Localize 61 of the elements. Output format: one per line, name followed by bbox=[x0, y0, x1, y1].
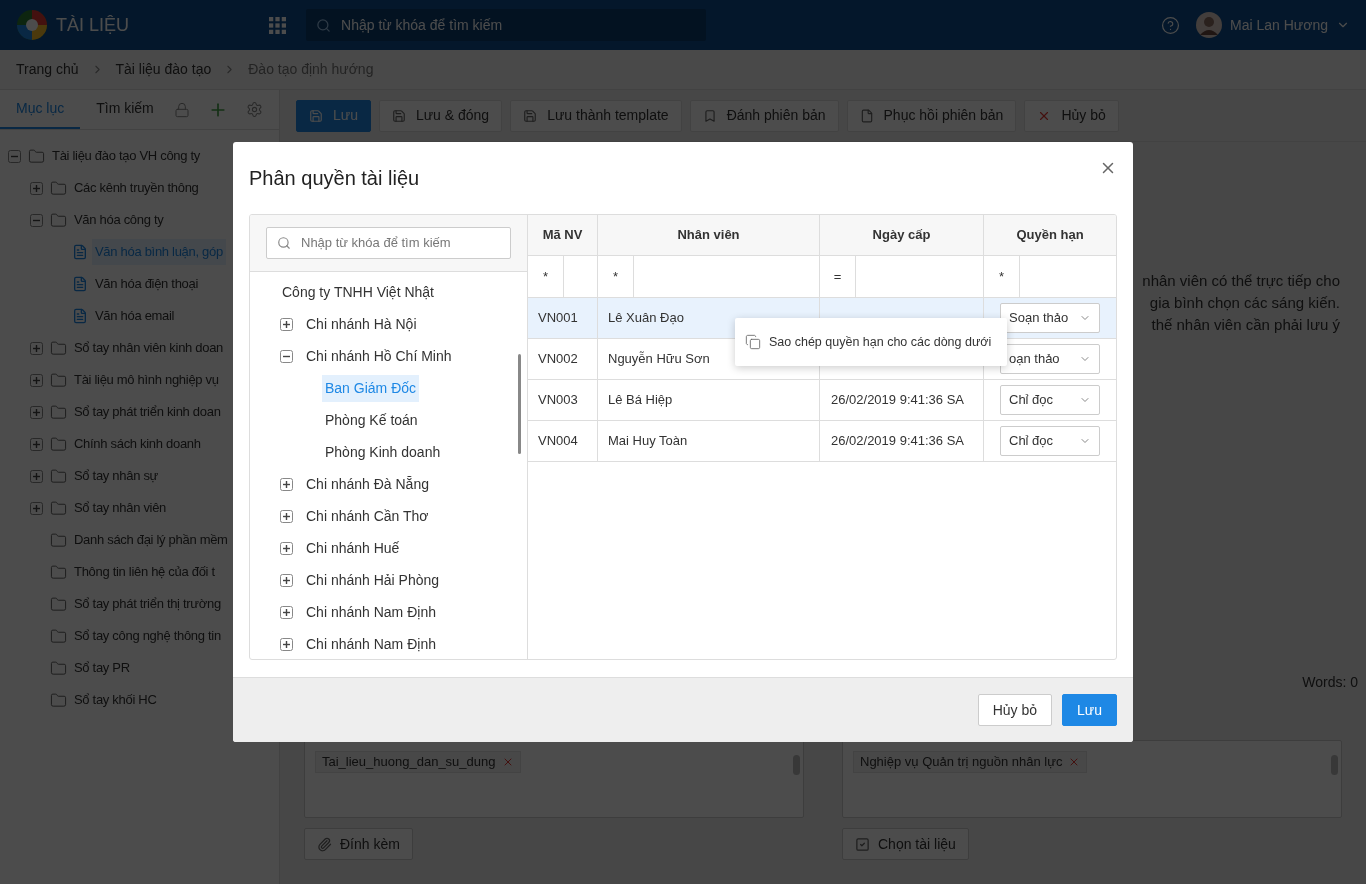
dialog-title: Phân quyền tài liệu bbox=[249, 166, 420, 191]
tree-item[interactable]: Chi nhánh Hải Phòng bbox=[303, 566, 443, 594]
tree-item[interactable]: Chi nhánh Nam Định bbox=[303, 630, 439, 658]
table-cell-text: Mai Huy Toàn bbox=[608, 432, 688, 451]
tree-item[interactable]: Chi nhánh Đà Nẵng bbox=[303, 470, 432, 498]
breadcrumb-link[interactable]: Tài liệu đào tạo bbox=[115, 59, 212, 80]
search-field[interactable]: Nhập từ khóa để tìm kiếm bbox=[266, 227, 511, 259]
document-text: thế nhân viên cần phải lưu ý bbox=[1151, 315, 1340, 335]
expand-icon[interactable] bbox=[280, 573, 293, 587]
table-cell-text: Lê Bá Hiệp bbox=[608, 391, 673, 410]
tree-item[interactable]: Chi nhánh Hồ Chí Minh bbox=[303, 342, 455, 370]
expand-icon[interactable] bbox=[280, 509, 293, 523]
word-count: Words: 0 bbox=[1302, 673, 1358, 692]
collapse-icon[interactable] bbox=[280, 349, 293, 363]
column-header[interactable]: Ngày cấp bbox=[820, 215, 984, 255]
filter-operator[interactable]: = bbox=[820, 256, 856, 297]
tree-item[interactable]: Phòng Kế toán bbox=[322, 406, 421, 434]
document-text: gia bình chọn các sáng kiến. bbox=[1149, 293, 1340, 313]
tree-item[interactable]: Chi nhánh Hà Nội bbox=[303, 310, 420, 338]
table-cell-text: VN004 bbox=[538, 432, 578, 451]
expand-icon[interactable] bbox=[280, 477, 293, 491]
permission-select[interactable]: Soạn thảo bbox=[1000, 303, 1100, 333]
permission-select[interactable]: Chỉ đọc bbox=[1000, 385, 1100, 415]
filter-operator[interactable]: * bbox=[984, 256, 1020, 297]
table-cell-text: Lê Xuân Đạo bbox=[608, 309, 684, 328]
permission-select[interactable]: oạn thảo bbox=[1000, 344, 1100, 374]
column-header[interactable]: Quyền hạn bbox=[984, 215, 1116, 255]
tree-item[interactable]: Chi nhánh Nam Định bbox=[303, 598, 439, 626]
filter-operator[interactable]: * bbox=[528, 256, 564, 297]
dialog-button[interactable]: Lưu bbox=[1062, 694, 1117, 726]
column-header[interactable]: Mã NV bbox=[528, 215, 598, 255]
tree-item[interactable]: Chi nhánh Huế bbox=[303, 534, 403, 562]
copy-icon bbox=[745, 334, 761, 350]
search-placeholder: Nhập từ khóa để tìm kiếm bbox=[341, 15, 503, 35]
search-placeholder: Nhập từ khóa để tìm kiếm bbox=[301, 234, 451, 253]
table-row[interactable]: VN003 Lê Bá Hiệp 26/02/2019 9:41:36 SA Chỉ đọc bbox=[528, 380, 1116, 421]
tree-item[interactable]: Ban Giám Đốc bbox=[322, 374, 420, 402]
breadcrumb-link[interactable]: Trang chủ bbox=[16, 59, 79, 80]
table-cell-text: 26/02/2019 9:41:36 SA bbox=[831, 432, 964, 451]
expand-icon[interactable] bbox=[280, 605, 293, 619]
table-cell-text: 26/02/2019 9:41:36 SA bbox=[831, 391, 964, 410]
permission-select[interactable]: Chỉ đọc bbox=[1000, 426, 1100, 456]
sidebar-tab[interactable]: Tìm kiếm bbox=[80, 90, 170, 129]
menu-item[interactable]: Sao chép quyền hạn cho các dòng dưới bbox=[745, 332, 992, 352]
app-title: TÀI LIỆU bbox=[56, 13, 130, 37]
dialog-button[interactable]: Hủy bỏ bbox=[977, 694, 1053, 726]
table-cell-text: VN003 bbox=[538, 391, 578, 410]
filter-operator[interactable]: * bbox=[598, 256, 634, 297]
expand-icon[interactable] bbox=[280, 637, 293, 651]
table-cell-text: Nguyễn Hữu Sơn bbox=[608, 350, 710, 369]
table-row[interactable]: VN004 Mai Huy Toàn 26/02/2019 9:41:36 SA Chỉ đọc bbox=[528, 421, 1116, 462]
expand-icon[interactable] bbox=[280, 541, 293, 555]
tree-item[interactable]: Công ty TNHH Việt Nhật bbox=[279, 278, 437, 306]
table-cell-text: VN001 bbox=[538, 309, 578, 328]
expand-icon[interactable] bbox=[280, 317, 293, 331]
table-cell-text: VN002 bbox=[538, 350, 578, 369]
document-text: nhân viên có thể trực tiếp cho bbox=[1142, 271, 1340, 291]
tree-item[interactable]: Chi nhánh Cần Thơ bbox=[303, 502, 432, 530]
tree-item[interactable]: Phòng Kinh doanh bbox=[322, 438, 444, 466]
search-icon bbox=[277, 236, 291, 250]
column-header[interactable]: Nhân viên bbox=[598, 215, 820, 255]
